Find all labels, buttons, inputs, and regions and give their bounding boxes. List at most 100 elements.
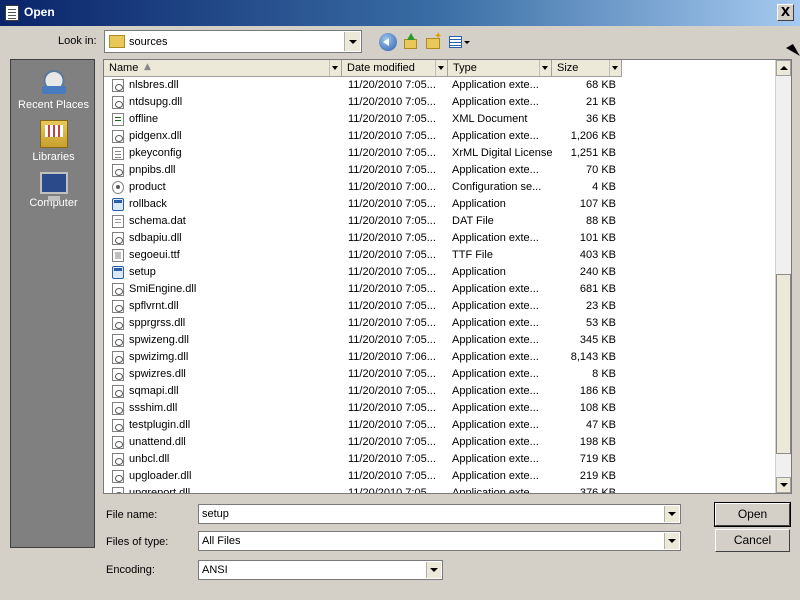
file-row[interactable]: sqmapi.dll 11/20/2010 7:05... Application …: [104, 383, 776, 400]
file-name-cell: unbcl.dll: [129, 453, 170, 465]
file-date-cell: 11/20/2010 7:05...: [348, 232, 436, 244]
file-type-cell: Configuration se...: [452, 181, 542, 193]
file-row[interactable]: setup 11/20/2010 7:05... Application 240 KB: [104, 264, 776, 281]
file-row[interactable]: rollback 11/20/2010 7:05... Application 107…: [104, 196, 776, 213]
file-size-cell: 240 KB: [579, 266, 616, 278]
file-row[interactable]: ssshim.dll 11/20/2010 7:05... Application …: [104, 400, 776, 417]
file-size-cell: 198 KB: [579, 436, 616, 448]
file-name-cell: nlsbres.dll: [129, 79, 179, 91]
place-label: Libraries: [32, 151, 75, 163]
close-button[interactable]: X: [777, 4, 794, 21]
place-recent-places[interactable]: Recent Places: [11, 68, 96, 111]
open-button[interactable]: Open: [714, 502, 791, 527]
file-list[interactable]: Name ▲ Date modified Type Size nlsbres.d…: [103, 59, 792, 494]
file-row[interactable]: spwizimg.dll 11/20/2010 7:06... Applicatio…: [104, 349, 776, 366]
file-row[interactable]: testplugin.dll 11/20/2010 7:05... Applicat…: [104, 417, 776, 434]
scrollbar-thumb[interactable]: [776, 274, 791, 454]
column-filter-icon[interactable]: [609, 60, 621, 76]
file-name-cell: pkeyconfig: [129, 147, 182, 159]
chevron-down-icon[interactable]: [344, 32, 360, 51]
libraries-icon: [39, 120, 68, 148]
file-row[interactable]: upgloader.dll 11/20/2010 7:05... Applicati…: [104, 468, 776, 485]
new-folder-icon[interactable]: [425, 31, 443, 51]
file-type-cell: Application: [452, 198, 506, 210]
file-name-cell: segoeui.ttf: [129, 249, 180, 261]
file-size-cell: 47 KB: [586, 419, 616, 431]
column-filter-icon[interactable]: [539, 60, 551, 76]
file-date-cell: 11/20/2010 7:05...: [348, 215, 436, 227]
chevron-down-icon[interactable]: [664, 506, 679, 522]
up-folder-icon[interactable]: [402, 33, 420, 51]
file-size-cell: 681 KB: [579, 283, 616, 295]
file-app-icon: [112, 198, 124, 211]
column-filter-icon[interactable]: [435, 60, 447, 76]
file-type-value: All Files: [202, 535, 241, 547]
vertical-scrollbar[interactable]: [775, 60, 791, 493]
file-dll-icon: [112, 402, 124, 415]
file-row[interactable]: pnpibs.dll 11/20/2010 7:05... Application …: [104, 162, 776, 179]
cancel-button[interactable]: Cancel: [715, 529, 790, 552]
file-size-cell: 70 KB: [586, 164, 616, 176]
file-type-cell: Application exte...: [452, 283, 539, 295]
file-row[interactable]: unbcl.dll 11/20/2010 7:05... Application e…: [104, 451, 776, 468]
place-computer[interactable]: Computer: [11, 172, 96, 209]
chevron-down-icon[interactable]: [664, 533, 679, 549]
file-row[interactable]: nlsbres.dll 11/20/2010 7:05... Application…: [104, 77, 776, 94]
file-name-field[interactable]: setup: [198, 504, 681, 524]
file-row[interactable]: pkeyconfig 11/20/2010 7:05... XrML Digital…: [104, 145, 776, 162]
place-label: Recent Places: [18, 99, 89, 111]
file-dll-icon: [112, 470, 124, 483]
column-header-size[interactable]: Size: [552, 60, 622, 77]
back-icon[interactable]: [379, 33, 397, 51]
file-date-cell: 11/20/2010 7:05...: [348, 487, 436, 494]
sort-ascending-icon: ▲: [144, 62, 151, 72]
title-bar[interactable]: Open X: [0, 0, 800, 26]
file-row[interactable]: sdbapiu.dll 11/20/2010 7:05... Application…: [104, 230, 776, 247]
file-row[interactable]: spwizres.dll 11/20/2010 7:05... Applicatio…: [104, 366, 776, 383]
recent-places-icon: [39, 68, 68, 96]
column-header-label: Size: [557, 62, 579, 74]
file-row[interactable]: schema.dat 11/20/2010 7:05... DAT File 88 K…: [104, 213, 776, 230]
file-row[interactable]: spprgrss.dll 11/20/2010 7:05... Applicatio…: [104, 315, 776, 332]
file-type-cell: Application exte...: [452, 368, 539, 380]
file-row[interactable]: upgreport.dll 11/20/2010 7:05... Applicati…: [104, 485, 776, 494]
file-row[interactable]: spflvrnt.dll 11/20/2010 7:05... Applicatio…: [104, 298, 776, 315]
look-in-value: sources: [129, 36, 168, 48]
file-row[interactable]: offline 11/20/2010 7:05... XML Document 36 …: [104, 111, 776, 128]
file-dll-icon: [112, 317, 124, 330]
file-row[interactable]: product 11/20/2010 7:00... Configuration s…: [104, 179, 776, 196]
file-name-cell: SmiEngine.dll: [129, 283, 197, 295]
file-row[interactable]: ntdsupg.dll 11/20/2010 7:05... Application…: [104, 94, 776, 111]
encoding-dropdown[interactable]: ANSI: [198, 560, 443, 580]
file-date-cell: 11/20/2010 7:05...: [348, 334, 436, 346]
file-dll-icon: [112, 436, 124, 449]
look-in-dropdown[interactable]: sources: [104, 30, 362, 53]
place-libraries[interactable]: Libraries: [11, 120, 96, 163]
file-size-cell: 345 KB: [579, 334, 616, 346]
file-name-cell: upgreport.dll: [129, 487, 191, 494]
column-header-date[interactable]: Date modified: [342, 60, 448, 77]
scroll-up-icon[interactable]: [776, 60, 791, 76]
file-type-dropdown[interactable]: All Files: [198, 531, 681, 551]
file-row[interactable]: segoeui.ttf 11/20/2010 7:05... TTF File 403…: [104, 247, 776, 264]
column-header-type[interactable]: Type: [448, 60, 552, 77]
views-menu-icon[interactable]: [448, 33, 470, 51]
file-row[interactable]: pidgenx.dll 11/20/2010 7:05... Application…: [104, 128, 776, 145]
file-date-cell: 11/20/2010 7:05...: [348, 368, 436, 380]
column-filter-icon[interactable]: [329, 60, 341, 76]
column-header-name[interactable]: Name ▲: [104, 60, 342, 77]
file-row[interactable]: spwizeng.dll 11/20/2010 7:05... Applicatio…: [104, 332, 776, 349]
file-name-cell: setup: [129, 266, 156, 278]
file-row[interactable]: SmiEngine.dll 11/20/2010 7:05... Applicati…: [104, 281, 776, 298]
mouse-cursor-icon: [786, 43, 800, 61]
chevron-down-icon[interactable]: [426, 562, 441, 578]
scroll-down-icon[interactable]: [776, 477, 791, 493]
file-row[interactable]: unattend.dll 11/20/2010 7:05... Applicatio…: [104, 434, 776, 451]
file-size-cell: 403 KB: [579, 249, 616, 261]
file-size-cell: 4 KB: [592, 181, 616, 193]
file-dll-icon: [112, 283, 124, 296]
file-xml-icon: [112, 113, 124, 126]
file-dll-icon: [112, 453, 124, 466]
column-header-label: Date modified: [347, 62, 415, 74]
file-type-label: Files of type:: [106, 536, 169, 548]
